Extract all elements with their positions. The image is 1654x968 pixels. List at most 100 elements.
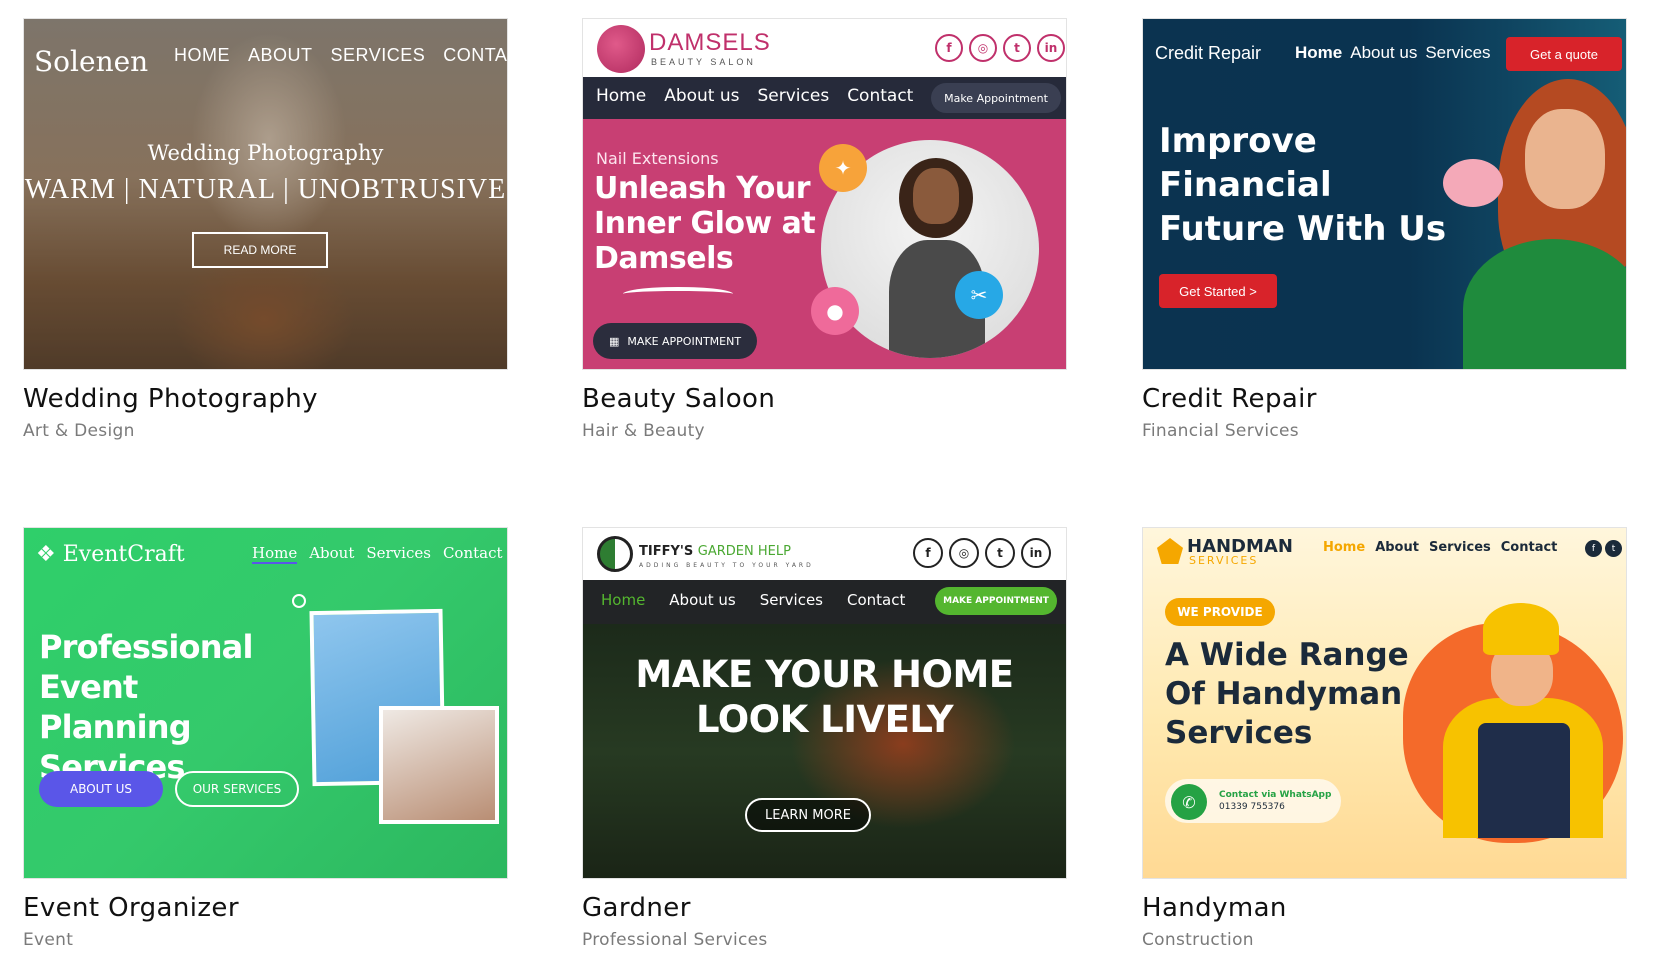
card-category: Professional Services — [582, 930, 768, 950]
nav-home: HOME — [174, 45, 230, 65]
facebook-icon: f — [913, 538, 943, 568]
whatsapp-label: Contact via WhatsApp — [1219, 790, 1332, 800]
hero-headline: Improve Financial Future With Us — [1159, 121, 1447, 249]
site-nav: Home About us Services Contact — [596, 86, 913, 106]
site-logo: Credit Repair — [1155, 43, 1262, 63]
twitter-icon: t — [1605, 540, 1622, 557]
hero-headline: Professional Event Planning Services — [39, 628, 253, 786]
nav-about: ABOUT — [248, 45, 313, 65]
nav-services: Services — [1428, 540, 1491, 555]
site-logo: ❖ EventCraft — [36, 542, 185, 567]
nav-contact: Contact — [442, 544, 503, 562]
hero-headline: MAKE YOUR HOME LOOK LIVELY — [635, 653, 1014, 741]
dryer-icon: ● — [811, 287, 859, 335]
scissors-icon: ✂ — [955, 271, 1003, 319]
make-appointment-button: ▦ MAKE APPOINTMENT — [593, 323, 757, 359]
template-thumbnail[interactable]: DAMSELS BEAUTY SALON f ◎ t in Home About… — [582, 18, 1067, 370]
card-title[interactable]: Gardner — [582, 893, 1067, 923]
template-card-wedding-photography[interactable]: Solenen HOME ABOUT SERVICES CONTACT Wedd… — [23, 18, 508, 441]
template-thumbnail[interactable]: Credit Repair Home About us Services Get… — [1142, 18, 1627, 370]
instagram-icon: ◎ — [969, 34, 997, 62]
nav-contact: Contact — [847, 86, 914, 106]
hero-headline: WARM | NATURAL | UNOBTRUSIVE — [24, 174, 507, 205]
nav-home: Home — [601, 591, 646, 609]
hair-dryer-icon: ✦ — [819, 144, 867, 192]
decorative-swoosh — [623, 287, 733, 301]
nav-about: About us — [669, 591, 736, 609]
template-card-event-organizer[interactable]: ❖ EventCraft Home About Services Contact… — [23, 527, 508, 950]
template-card-handyman[interactable]: HANDMAN SERVICES Home About Services Con… — [1142, 527, 1627, 950]
card-category: Construction — [1142, 930, 1254, 950]
site-logo-tagline: BEAUTY SALON — [651, 57, 756, 67]
leaf-logo-icon — [597, 536, 633, 572]
nav-home: Home — [1295, 43, 1343, 62]
nav-home: Home — [252, 544, 298, 564]
template-thumbnail[interactable]: Solenen HOME ABOUT SERVICES CONTACT Wedd… — [23, 18, 508, 370]
hero-kicker: Nail Extensions — [596, 149, 719, 168]
card-category: Art & Design — [23, 421, 135, 441]
make-appointment-nav-button: Make Appointment — [931, 83, 1061, 113]
nav-services: Services — [759, 591, 824, 609]
nav-contact: Contact — [1500, 540, 1558, 555]
template-card-credit-repair[interactable]: Credit Repair Home About us Services Get… — [1142, 18, 1627, 441]
whatsapp-icon: ✆ — [1171, 784, 1207, 820]
make-appointment-nav-button: MAKE APPOINTMENT — [935, 587, 1057, 615]
instagram-icon: ◎ — [949, 538, 979, 568]
card-title[interactable]: Handyman — [1142, 893, 1627, 923]
planning-photo — [379, 706, 499, 824]
nav-contact: CONTACT — [443, 45, 508, 65]
twitter-icon: t — [1003, 34, 1031, 62]
card-title[interactable]: Beauty Saloon — [582, 384, 1067, 414]
diamond-logo-icon: ❖ — [36, 542, 56, 567]
nav-about: About — [309, 544, 355, 562]
twitter-icon: t — [985, 538, 1015, 568]
linkedin-icon: in — [1037, 34, 1065, 62]
card-title[interactable]: Wedding Photography — [23, 384, 508, 414]
template-card-beauty-saloon[interactable]: DAMSELS BEAUTY SALON f ◎ t in Home About… — [582, 18, 1067, 441]
nav-about: About us — [1350, 43, 1418, 62]
about-us-button: ABOUT US — [39, 771, 163, 807]
whatsapp-number: 01339 755376 — [1219, 802, 1285, 812]
hero-headline: Unleash Your Inner Glow at Damsels — [594, 171, 816, 276]
learn-more-button: LEARN MORE — [745, 798, 871, 832]
site-logo-tagline: SERVICES — [1189, 554, 1259, 567]
template-thumbnail[interactable]: ❖ EventCraft Home About Services Contact… — [23, 527, 508, 879]
nav-about: About — [1375, 540, 1419, 555]
hard-hat-icon — [1483, 603, 1559, 655]
site-logo-tagline: ADDING BEAUTY TO YOUR YARD — [639, 562, 814, 569]
site-nav: Home About us Services Contact — [601, 591, 905, 609]
card-category: Event — [23, 930, 74, 950]
template-card-gardner[interactable]: TIFFY'S GARDEN HELP ADDING BEAUTY TO YOU… — [582, 527, 1067, 950]
nav-home: Home — [596, 86, 647, 106]
card-category: Hair & Beauty — [582, 421, 705, 441]
template-thumbnail[interactable]: HANDMAN SERVICES Home About Services Con… — [1142, 527, 1627, 879]
hero-kicker: Wedding Photography — [147, 141, 384, 165]
hero-headline: A Wide Range Of Handyman Services — [1165, 637, 1409, 751]
nav-services: Services — [1425, 43, 1491, 62]
decorative-ring — [292, 594, 306, 608]
calendar-icon: ▦ — [608, 334, 620, 348]
site-nav: Home About us Services — [1295, 43, 1491, 63]
card-category: Financial Services — [1142, 421, 1299, 441]
site-logo: Solenen — [34, 45, 149, 78]
nav-home: Home — [1323, 540, 1366, 555]
facebook-icon: f — [1585, 540, 1602, 557]
read-more-button: READ MORE — [192, 232, 328, 268]
site-nav: Home About Services Contact — [1323, 540, 1557, 555]
site-nav: HOME ABOUT SERVICES CONTACT — [174, 45, 508, 66]
template-thumbnail[interactable]: TIFFY'S GARDEN HELP ADDING BEAUTY TO YOU… — [582, 527, 1067, 879]
nav-contact: Contact — [847, 591, 906, 609]
our-services-button: OUR SERVICES — [175, 771, 299, 807]
logo-icon — [597, 25, 645, 73]
nav-services: Services — [366, 544, 431, 562]
facebook-icon: f — [935, 34, 963, 62]
we-provide-badge: WE PROVIDE — [1165, 598, 1275, 626]
get-a-quote-button: Get a quote — [1506, 37, 1622, 71]
card-title[interactable]: Credit Repair — [1142, 384, 1627, 414]
site-logo: TIFFY'S GARDEN HELP — [639, 544, 791, 559]
site-nav: Home About Services Contact — [252, 544, 503, 564]
card-title[interactable]: Event Organizer — [23, 893, 508, 923]
nav-services: SERVICES — [330, 45, 426, 65]
piggy-bank-icon — [1443, 159, 1503, 207]
site-logo: DAMSELS — [649, 29, 771, 56]
